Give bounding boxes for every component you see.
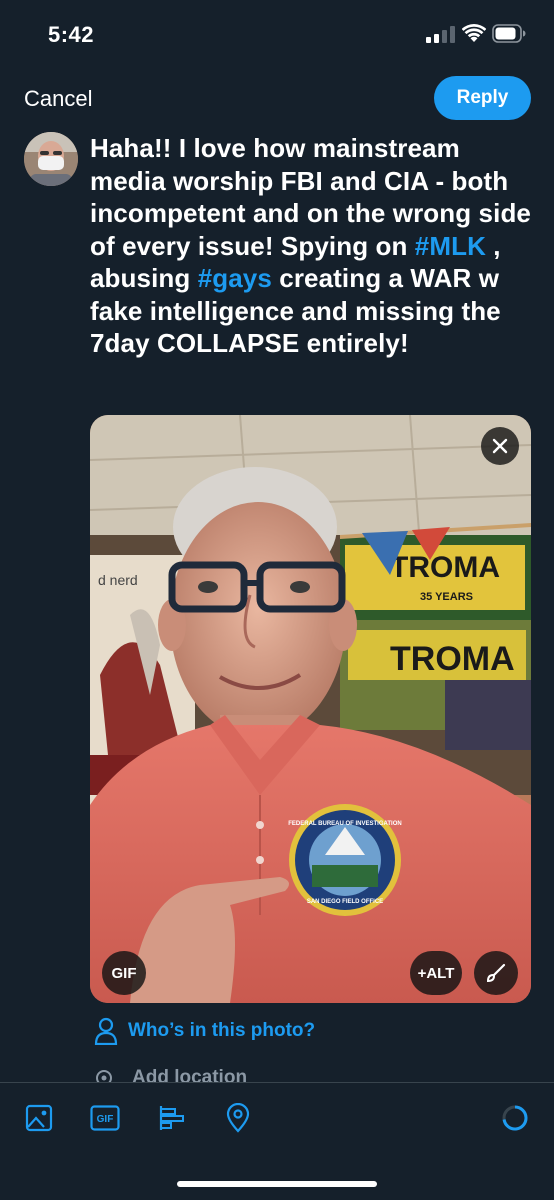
avatar-image [24, 132, 78, 186]
badge-text-bottom: SAN DIEGO FIELD OFFICE [307, 899, 383, 905]
edit-photo-button[interactable] [474, 951, 518, 995]
status-time: 5:42 [48, 22, 95, 47]
poster-text: TROMA [390, 640, 515, 678]
tag-people-row[interactable]: Who’s in this photo? [94, 1014, 315, 1048]
poster-text: TROMA [390, 551, 500, 584]
location-pin-icon [226, 1103, 250, 1133]
cellular-signal-icon [426, 26, 455, 43]
close-icon [492, 438, 508, 454]
avatar[interactable] [24, 132, 78, 186]
attached-photo[interactable]: d nerd TROMA 35 YEARS TROMA FEDERAL BURE… [90, 415, 531, 1003]
poster-text: 35 YEARS [420, 591, 473, 603]
home-indicator [177, 1181, 377, 1187]
compose-text-area[interactable]: Haha!! I love how mainstream media worsh… [90, 132, 540, 360]
gif-toggle-button[interactable]: GIF [102, 951, 146, 995]
gif-icon-text: GIF [97, 1114, 114, 1125]
hashtag-gays[interactable]: #gays [198, 263, 272, 293]
media-button[interactable] [24, 1103, 54, 1133]
poll-icon [159, 1106, 184, 1130]
add-alt-text-button[interactable]: +ALT [410, 951, 462, 995]
person-icon [94, 1017, 118, 1045]
remove-media-button[interactable] [481, 427, 519, 465]
sign-text: d nerd [98, 572, 138, 588]
photo-image: d nerd TROMA 35 YEARS TROMA FEDERAL BURE… [90, 415, 531, 1003]
poll-button[interactable] [157, 1103, 187, 1133]
status-bar: 5:42 [0, 0, 554, 66]
gif-button[interactable]: GIF [90, 1103, 120, 1133]
hashtag-mlk[interactable]: #MLK [415, 231, 486, 261]
reply-button[interactable]: Reply [434, 76, 531, 120]
compose-header: Cancel Reply [0, 70, 554, 130]
wifi-icon [462, 24, 486, 42]
paintbrush-icon [486, 963, 506, 983]
battery-icon [492, 24, 526, 43]
progress-ring-icon [502, 1105, 528, 1131]
image-icon [25, 1104, 53, 1132]
tag-people-label: Who’s in this photo? [128, 1020, 316, 1041]
character-count-indicator [500, 1103, 530, 1133]
location-button[interactable] [223, 1103, 253, 1133]
badge-text-top: FEDERAL BUREAU OF INVESTIGATION [288, 821, 401, 827]
gif-icon: GIF [90, 1105, 120, 1131]
cancel-button[interactable]: Cancel [24, 86, 92, 112]
